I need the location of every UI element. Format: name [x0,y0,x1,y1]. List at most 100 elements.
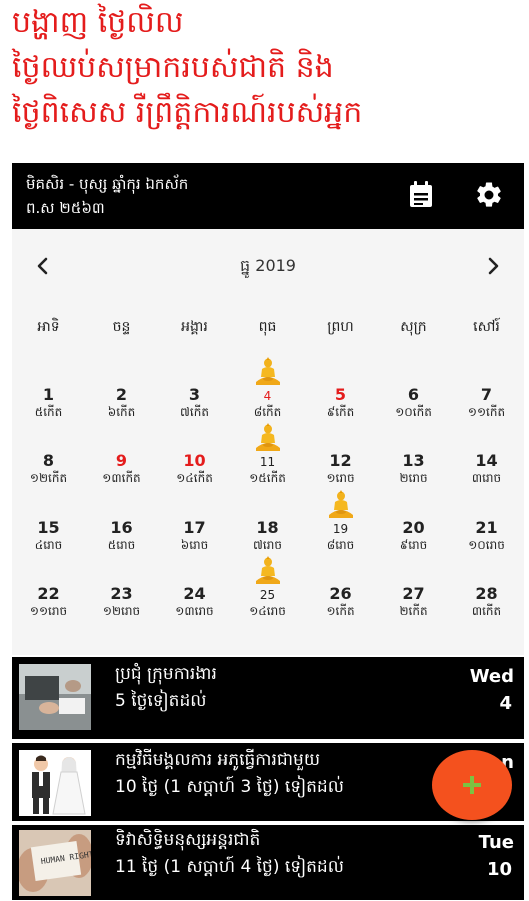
calendar-day-cell[interactable]: 13 ២រោច [377,425,450,491]
calendar-day-cell[interactable]: 25 ១៤រោច [231,556,304,624]
day-number: 7 [480,385,493,404]
event-date: 10 [486,859,512,880]
day-number: 22 [37,584,60,603]
calendar-day-cell[interactable]: 22 ១១រោច [12,558,85,624]
day-number: 1 [42,385,55,404]
event-title: ទិវាសិទ្ធិមនុស្សអន្តរជាតិ [115,830,261,850]
plus-icon [463,776,481,794]
lunar-day-label: ១០រោច [468,538,505,552]
calendar-day-cell[interactable]: 8 ១២កើត [12,425,85,491]
calendar-day-cell[interactable]: 28 ៣កើត [450,558,523,624]
event-date: 4 [499,693,512,714]
calendar-day-cell[interactable]: 6 ១០កើត [377,359,450,425]
lunar-day-label: ៩រោច [399,538,428,552]
chevron-right-icon [488,257,499,275]
promo-line-2: ថ្ងៃឈប់សម្រាករបស់ជាតិ និង [12,50,334,85]
calendar-list-icon[interactable] [404,178,438,212]
buddha-icon [256,556,280,584]
weekday-label: អង្គារ [181,319,208,335]
calendar-day-cell[interactable]: 19 ៨រោច [304,490,377,558]
lunar-day-label: ១០កើត [395,405,432,419]
calendar-day-cell[interactable]: 5 ៩កើត [304,359,377,425]
promo-line-3: ថ្ងៃពិសេស រឺព្រឹត្តិការណ៍របស់អ្នក [12,95,363,130]
event-countdown: 5 ថ្ងៃទៀតដល់ [115,691,207,711]
lunar-day-label: ១៣រោច [175,604,214,618]
day-number: 27 [402,584,425,603]
lunar-day-label: ៨រោច [326,538,355,552]
lunar-day-label: ១២រោច [102,604,141,618]
event-item[interactable]: ប្រជុំ ក្រុមការងារ 5 ថ្ងៃទៀតដល់ Wed 4 [12,657,524,735]
weekday-label: ព្រហ [327,319,354,335]
lunar-day-label: ១៤រោច [249,604,286,618]
lunar-day-label: ១៣កើត [102,471,141,485]
event-countdown: 10 ថ្ងៃ (1 សប្តាហ៍ 3 ថ្ងៃ) ទៀតដល់ [115,777,344,797]
promo-line-1: បង្ហាញ ថ្ងៃលិល [12,5,184,40]
calendar-day-cell[interactable]: 14 ៣រោច [450,425,523,491]
day-number: 28 [475,584,498,603]
calendar-day-cell[interactable]: 15 ៤រោច [12,492,85,558]
calendar-day-cell[interactable]: 17 ៦រោច [158,492,231,558]
calendar-day-cell[interactable]: 21 ១០រោច [450,492,523,558]
calendar-day-cell[interactable]: 18 ៧រោច [231,492,304,558]
calendar-day-cell[interactable]: 4 ៨កើត [231,357,304,425]
next-month-button[interactable] [478,251,508,281]
calendar-day-cell[interactable]: 9 ១៣កើត [85,425,158,491]
event-weekday: Tue [478,832,514,853]
calendar-day-cell[interactable]: 11 ១៥កើត [231,423,304,491]
calendar-day-cell[interactable]: 20 ៩រោច [377,492,450,558]
event-weekday: Wed [469,666,514,687]
calendar-day-cell[interactable]: 2 ៦កើត [85,359,158,425]
add-event-button[interactable] [432,750,512,820]
event-title: ប្រជុំ ក្រុមការងារ [115,664,217,684]
event-countdown: 11 ថ្ងៃ (1 សប្តាហ៍ 4 ថ្ងៃ) ទៀតដល់ [115,857,344,877]
calendar-day-cell[interactable]: 26 ១កើត [304,558,377,624]
calendar-day-cell[interactable]: 16 ៥រោច [85,492,158,558]
month-label: ធ្នូ 2019 [240,256,296,275]
day-number: 12 [329,451,352,470]
day-number: 21 [475,518,498,537]
day-number: 23 [110,584,133,603]
day-number: 20 [402,518,425,537]
day-number: 25 [259,588,276,602]
day-number: 11 [259,455,276,469]
day-number: 8 [42,451,55,470]
day-number: 3 [188,385,201,404]
weekday-label: អាទិ [37,319,60,335]
lunar-day-label: ៩កើត [326,405,355,419]
day-number: 15 [37,518,60,537]
lunar-day-label: ២កើត [399,604,428,618]
lunar-day-label: ៣រោច [471,471,502,485]
day-number: 6 [407,385,420,404]
lunar-day-label: ១កើត [326,604,355,618]
lunar-day-label: ៥កើត [34,405,63,419]
calendar-day-cell[interactable]: 3 ៧កើត [158,359,231,425]
calendar-day-cell[interactable]: 10 ១៤កើត [158,425,231,491]
promo-heading: បង្ហាញ ថ្ងៃលិល ថ្ងៃឈប់សម្រាករបស់ជាតិ និង… [12,0,522,135]
calendar-day-cell[interactable]: 12 ១រោច [304,425,377,491]
day-number: 26 [329,584,352,603]
day-number: 4 [263,389,272,403]
app-header: មិគសិរ - បុស្ស ឆ្នាំកុរ ឯកស័ក ព.ស ២៥៦៣ [12,163,524,229]
wedding-couple-photo [19,750,91,816]
calendar-day-cell[interactable]: 7 ១១កើត [450,359,523,425]
day-number: 2 [115,385,128,404]
lunar-day-label: ១១កើត [467,405,506,419]
lunar-day-label: ៧កើត [180,405,209,419]
day-number: 19 [332,522,349,536]
lunar-day-label: ១រោច [326,471,355,485]
gear-icon[interactable] [472,178,506,212]
event-item[interactable]: HUMAN RIGHTS ទិវាសិទ្ធិមនុស្សអន្តរជាតិ 1… [12,823,524,901]
lunar-day-label: ៦រោច [180,538,209,552]
buddhist-era-label: ព.ស ២៥៦៣ [26,199,105,217]
lunar-day-label: ៨កើត [253,405,282,419]
weekday-label: ចន្ទ [112,319,131,335]
lunar-month-label: មិគសិរ - បុស្ស ឆ្នាំកុរ ឯកស័ក [26,175,189,193]
calendar-day-cell[interactable]: 27 ២កើត [377,558,450,624]
day-number: 9 [115,451,128,470]
calendar-day-cell[interactable]: 23 ១២រោច [85,558,158,624]
day-number: 10 [183,451,206,470]
calendar-day-cell[interactable]: 24 ១៣រោច [158,558,231,624]
weekday-label: សៅរ៍ [473,319,500,335]
calendar-day-cell[interactable]: 1 ៥កើត [12,359,85,425]
calendar-panel: ធ្នូ 2019 អាទិ ចន្ទ អង្គារ ពុធ ព្រហ សុក្រ សៅរ៍… [12,229,524,655]
